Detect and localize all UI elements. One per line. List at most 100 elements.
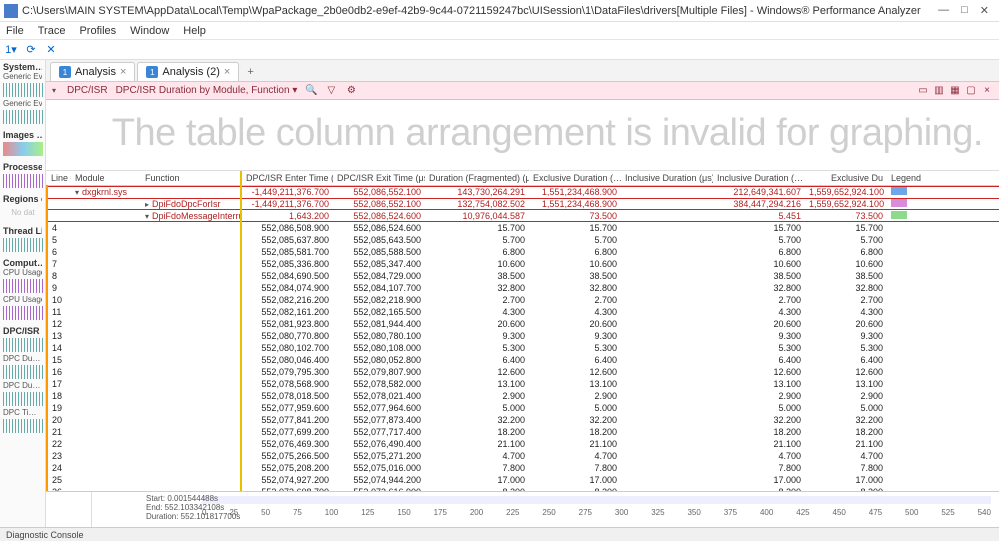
- table-row[interactable]: 6 552,085,581.700552,085,588.5006.800 6.…: [47, 246, 999, 258]
- col-duration-frag[interactable]: Duration (Fragmented) (μs): [425, 171, 529, 186]
- tab-badge-icon: 1: [146, 66, 158, 78]
- sidebar-group-processes[interactable]: Processes: [3, 162, 42, 172]
- tab-label: Analysis (2): [162, 66, 219, 78]
- toolbar-session-picker[interactable]: 1▾: [4, 43, 18, 57]
- toolbar-clear-icon[interactable]: ✕: [44, 43, 58, 57]
- thumbnail-icon: [3, 306, 43, 320]
- filter-icon[interactable]: ▽: [325, 85, 337, 97]
- table-row[interactable]: 20 552,077,841.200552,077,873.40032.200 …: [47, 414, 999, 426]
- thumbnail-icon: [3, 392, 43, 406]
- maximize-panel-icon[interactable]: ▢: [965, 85, 977, 97]
- table-row[interactable]: 15 552,080,046.400552,080,052.8006.400 6…: [47, 354, 999, 366]
- sidebar-item-generic-events-2[interactable]: Generic Ev: [3, 99, 42, 108]
- table-row[interactable]: DpiFdoMessageInterruptRoutine 1,643.2005…: [47, 210, 999, 222]
- table-row[interactable]: 12 552,081,923.800552,081,944.40020.600 …: [47, 318, 999, 330]
- sidebar-group-dpc-isr[interactable]: DPC/ISR: [3, 326, 42, 336]
- table-row[interactable]: 17 552,078,568.900552,078,582.00013.100 …: [47, 378, 999, 390]
- settings-icon[interactable]: ⚙: [345, 85, 357, 97]
- col-incl-duration[interactable]: Inclusive Duration (μs): [621, 171, 713, 186]
- menubar: File Trace Profiles Window Help: [0, 22, 999, 40]
- close-button[interactable]: ✕: [980, 4, 989, 17]
- sidebar-item-cpu-usage-1[interactable]: CPU Usage: [3, 268, 42, 277]
- table-row[interactable]: 19 552,077,959.600552,077,964.6005.000 5…: [47, 402, 999, 414]
- table-row[interactable]: 10 552,082,216.200552,082,218.9002.700 2…: [47, 294, 999, 306]
- tab-badge-icon: 1: [59, 66, 71, 78]
- close-panel-icon[interactable]: ×: [981, 85, 993, 97]
- col-incl-duration-2[interactable]: Inclusive Duration (…: [713, 171, 805, 186]
- table-row[interactable]: 16 552,079,795.300552,079,807.90012.600 …: [47, 366, 999, 378]
- main-panel: 1Analysis× 1 Analysis (2) × + DPC/ISR DPC/…: [46, 60, 999, 527]
- col-excl-duration-2[interactable]: Exclusive Du: [805, 171, 887, 186]
- thumbnail-icon: [3, 279, 43, 293]
- table-row[interactable]: 8 552,084,690.500552,084,729.00038.500 3…: [47, 270, 999, 282]
- titlebar: C:\Users\MAIN SYSTEM\AppData\Local\Temp\…: [0, 0, 999, 22]
- table-row[interactable]: dxgkrnl.sys -1,449,211,376.700552,086,55…: [47, 186, 999, 199]
- tab-close-icon[interactable]: ×: [224, 66, 230, 78]
- sidebar-item-dpc-timeline[interactable]: DPC Ti…: [3, 408, 42, 417]
- view-table-icon[interactable]: ▦: [949, 85, 961, 97]
- graph-explorer-sidebar[interactable]: System… Generic Ev Generic Ev Images … P…: [0, 60, 46, 527]
- sidebar-group-regions[interactable]: Regions of: [3, 194, 42, 204]
- table-row[interactable]: 13 552,080,770.800552,080,780.1009.300 9…: [47, 330, 999, 342]
- table-row[interactable]: 7 552,085,336.800552,085,347.40010.600 1…: [47, 258, 999, 270]
- col-legend[interactable]: Legend: [887, 171, 999, 186]
- thumbnail-icon: [3, 142, 43, 156]
- add-tab-button[interactable]: +: [241, 63, 259, 81]
- col-excl-duration[interactable]: Exclusive Duration (…: [529, 171, 621, 186]
- thumbnail-icon: [3, 365, 43, 379]
- col-enter-time[interactable]: DPC/ISR Enter Time (μs): [241, 171, 333, 186]
- table-header-row[interactable]: Line # Module Function DPC/ISR Enter Tim…: [47, 171, 999, 186]
- search-icon[interactable]: 🔍: [305, 85, 317, 97]
- thumbnail-icon: [3, 338, 43, 352]
- sidebar-group-system[interactable]: System…: [3, 62, 42, 72]
- thumbnail-icon: [3, 83, 43, 97]
- timeline-ticks: 0255075100125150175200225250275300325350…: [202, 508, 991, 517]
- table-row[interactable]: 18 552,078,018.500552,078,021.4002.900 2…: [47, 390, 999, 402]
- table-row[interactable]: 5 552,085,637.800552,085,643.5005.700 5.…: [47, 234, 999, 246]
- col-module[interactable]: Module: [71, 171, 141, 186]
- col-exit-time[interactable]: DPC/ISR Exit Time (μs): [333, 171, 425, 186]
- table-row[interactable]: 11 552,082,161.200552,082,165.5004.300 4…: [47, 306, 999, 318]
- breadcrumb-preset[interactable]: DPC/ISR Duration by Module, Function ▾: [116, 85, 298, 96]
- panel-collapse-icon[interactable]: [52, 85, 59, 96]
- status-bar[interactable]: Diagnostic Console: [0, 527, 999, 541]
- sidebar-group-thread-life[interactable]: Thread Life: [3, 226, 42, 236]
- sidebar-item-dpc-duration-2[interactable]: DPC Du…: [3, 381, 42, 390]
- table-row[interactable]: DpiFdoDpcForIsr -1,449,211,376.700552,08…: [47, 198, 999, 210]
- breadcrumb-root[interactable]: DPC/ISR: [67, 85, 108, 96]
- table-row[interactable]: 25 552,074,927.200552,074,944.20017.000 …: [47, 474, 999, 486]
- view-split-icon[interactable]: ▥: [933, 85, 945, 97]
- maximize-button[interactable]: □: [961, 4, 968, 17]
- table-row[interactable]: 24 552,075,208.200552,075,016.0007.800 7…: [47, 462, 999, 474]
- toolbar-refresh-icon[interactable]: ⟳: [24, 43, 38, 57]
- table-row[interactable]: 22 552,076,469.300552,076,490.40021.100 …: [47, 438, 999, 450]
- table-row[interactable]: 14 552,080,102.700552,080,108.0005.300 5…: [47, 342, 999, 354]
- toolbar: 1▾ ⟳ ✕: [0, 40, 999, 60]
- data-table[interactable]: Line # Module Function DPC/ISR Enter Tim…: [46, 170, 999, 491]
- sidebar-item-cpu-usage-2[interactable]: CPU Usage: [3, 295, 42, 304]
- sidebar-group-computation[interactable]: Comput…: [3, 258, 42, 268]
- menu-help[interactable]: Help: [183, 25, 206, 37]
- timeline-ruler[interactable]: Start: 0.001544488s End: 552.103342108s …: [46, 491, 999, 527]
- tab-analysis-2[interactable]: 1 Analysis (2) ×: [137, 62, 239, 81]
- col-function[interactable]: Function: [141, 171, 241, 186]
- view-graph-icon[interactable]: ▭: [917, 85, 929, 97]
- minimize-button[interactable]: —: [938, 4, 949, 17]
- table-row[interactable]: 4 552,086,508.900552,086,524.60015.700 1…: [47, 222, 999, 234]
- menu-window[interactable]: Window: [130, 25, 169, 37]
- window-title: C:\Users\MAIN SYSTEM\AppData\Local\Temp\…: [22, 5, 938, 17]
- tab-close-icon[interactable]: ×: [120, 66, 126, 78]
- sidebar-item-generic-events-1[interactable]: Generic Ev: [3, 72, 42, 81]
- sidebar-group-images[interactable]: Images …: [3, 130, 42, 140]
- menu-trace[interactable]: Trace: [38, 25, 66, 37]
- menu-file[interactable]: File: [6, 25, 24, 37]
- thumbnail-icon: [3, 174, 43, 188]
- table-row[interactable]: 9 552,084,074.900552,084,107.70032.800 3…: [47, 282, 999, 294]
- col-line[interactable]: Line #: [47, 171, 71, 186]
- sidebar-item-dpc-duration-1[interactable]: DPC Du…: [3, 354, 42, 363]
- graph-panel-header: DPC/ISR DPC/ISR Duration by Module, Func…: [46, 82, 999, 100]
- menu-profiles[interactable]: Profiles: [79, 25, 116, 37]
- table-row[interactable]: 21 552,077,699.200552,077,717.40018.200 …: [47, 426, 999, 438]
- table-row[interactable]: 23 552,075,266.500552,075,271.2004.700 4…: [47, 450, 999, 462]
- tab-analysis-1[interactable]: 1Analysis×: [50, 62, 135, 81]
